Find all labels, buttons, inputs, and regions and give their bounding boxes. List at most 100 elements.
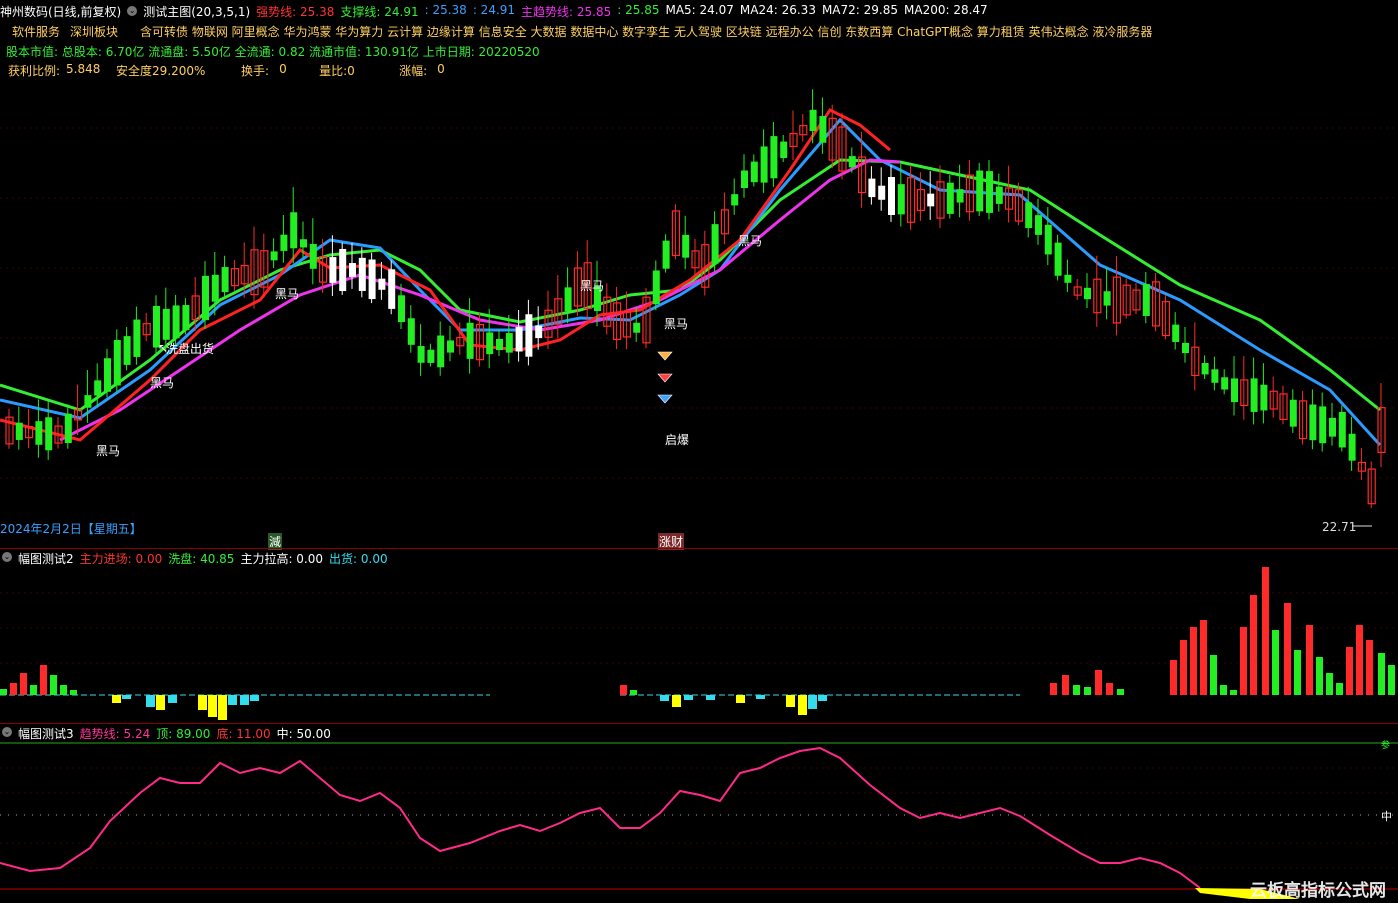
histogram-bar	[60, 685, 67, 695]
candle-body	[1319, 406, 1327, 444]
histogram-bar	[1240, 627, 1247, 695]
candle-body	[172, 305, 180, 339]
histogram-bar-negative	[660, 695, 669, 701]
histogram-bar	[1272, 630, 1279, 695]
histogram-bar	[10, 683, 17, 695]
candle-body	[45, 417, 53, 451]
candle-body	[1260, 384, 1268, 411]
histogram-bar	[1190, 627, 1197, 695]
annotation-label: 黑马	[664, 317, 688, 331]
histogram-bar	[1050, 683, 1057, 695]
histogram-bar	[630, 690, 637, 695]
candle-body	[427, 349, 435, 363]
chart-date-label: 2024年2月2日【星期五】	[0, 522, 142, 536]
candle-body	[280, 234, 288, 251]
low-price-label: 22.71	[1322, 520, 1357, 534]
annotation-label: 黑马	[275, 287, 299, 301]
candle-body	[956, 189, 964, 203]
histogram-bar	[30, 685, 37, 695]
candle-body	[133, 319, 141, 357]
annotation-label: 黑马	[150, 376, 174, 390]
histogram-bar	[1062, 675, 1069, 695]
candle-body	[221, 267, 229, 293]
histogram-bar	[1106, 683, 1113, 695]
candle-body	[1172, 324, 1180, 342]
candle-body	[652, 270, 660, 305]
candle-body	[888, 176, 895, 216]
histogram-bar-negative	[250, 695, 259, 701]
candle-body	[486, 332, 494, 355]
histogram-bar	[1230, 690, 1237, 695]
candle-body	[878, 185, 886, 200]
histogram-bar	[70, 690, 77, 695]
histogram-bar	[1326, 673, 1333, 695]
candle-body	[1054, 242, 1062, 276]
candle-body	[496, 338, 503, 351]
candle-body	[1084, 287, 1091, 300]
histogram-bar	[20, 673, 27, 695]
annotation-label: 启爆	[665, 433, 689, 447]
candle-body	[1025, 202, 1033, 228]
histogram-bar-negative	[808, 695, 817, 709]
panel2-chart[interactable]	[0, 548, 1398, 723]
candle-body	[104, 358, 111, 392]
candle-body	[378, 278, 386, 290]
histogram-bar-negative	[228, 695, 237, 705]
candle-body	[447, 340, 454, 353]
candle-body	[731, 194, 739, 206]
candle-body	[64, 413, 72, 444]
annotation-label: 洗盘出货	[166, 341, 214, 356]
histogram-bar-negative	[112, 695, 121, 703]
histogram-bar	[1084, 687, 1091, 695]
candle-body	[368, 259, 376, 300]
watermark: 云板高指标公式网	[1250, 881, 1386, 901]
diamond-icon	[657, 373, 673, 383]
histogram-bar	[1336, 683, 1343, 695]
main-price-chart[interactable]: 黑马黑马洗盘出货黑马黑马黑马黑马启爆↖	[0, 0, 1398, 550]
candle-body	[417, 346, 425, 363]
candle-body	[1338, 411, 1346, 448]
candle-body	[358, 257, 366, 291]
histogram-bar-negative	[706, 695, 715, 700]
candle-body	[1250, 378, 1258, 412]
histogram-bar	[1117, 689, 1124, 695]
histogram-bar	[50, 675, 57, 695]
histogram-bar	[1284, 603, 1291, 695]
candle-body	[211, 274, 219, 302]
histogram-bar	[40, 665, 47, 695]
histogram-bar-negative	[218, 695, 227, 720]
candle-body	[986, 171, 993, 213]
histogram-bar-negative	[736, 695, 745, 703]
candle-body	[1201, 363, 1209, 375]
histogram-bar	[1366, 640, 1373, 695]
candle-body	[309, 244, 317, 269]
histogram-bar-negative	[208, 695, 217, 717]
histogram-bar	[1095, 670, 1102, 695]
candle-body	[1231, 378, 1238, 403]
histogram-bar	[1220, 685, 1227, 695]
candle-body	[848, 156, 856, 168]
candle-body	[741, 170, 748, 189]
histogram-bar	[1180, 640, 1187, 695]
trend-curve	[0, 746, 1201, 889]
panel3-chart[interactable]	[0, 723, 1398, 903]
candle-body	[535, 325, 543, 339]
candle-body	[1221, 377, 1229, 390]
candle-body	[1064, 274, 1072, 283]
histogram-bar	[1388, 665, 1395, 695]
candle-body	[1044, 224, 1052, 255]
candle-body	[84, 395, 92, 408]
candle-body	[1035, 215, 1042, 235]
candle-body	[388, 269, 396, 309]
histogram-bar-negative	[122, 695, 131, 699]
candle-body	[162, 308, 170, 340]
candle-body	[711, 224, 719, 264]
histogram-bar-negative	[156, 695, 165, 710]
arrow-icon: ↖	[158, 341, 168, 355]
panel3-top-label: 参	[1381, 741, 1391, 751]
candle-body	[760, 146, 768, 183]
candle-body	[15, 422, 23, 440]
histogram-bar-negative	[198, 695, 207, 710]
candle-body	[290, 212, 298, 249]
histogram-bar-negative	[786, 695, 795, 707]
